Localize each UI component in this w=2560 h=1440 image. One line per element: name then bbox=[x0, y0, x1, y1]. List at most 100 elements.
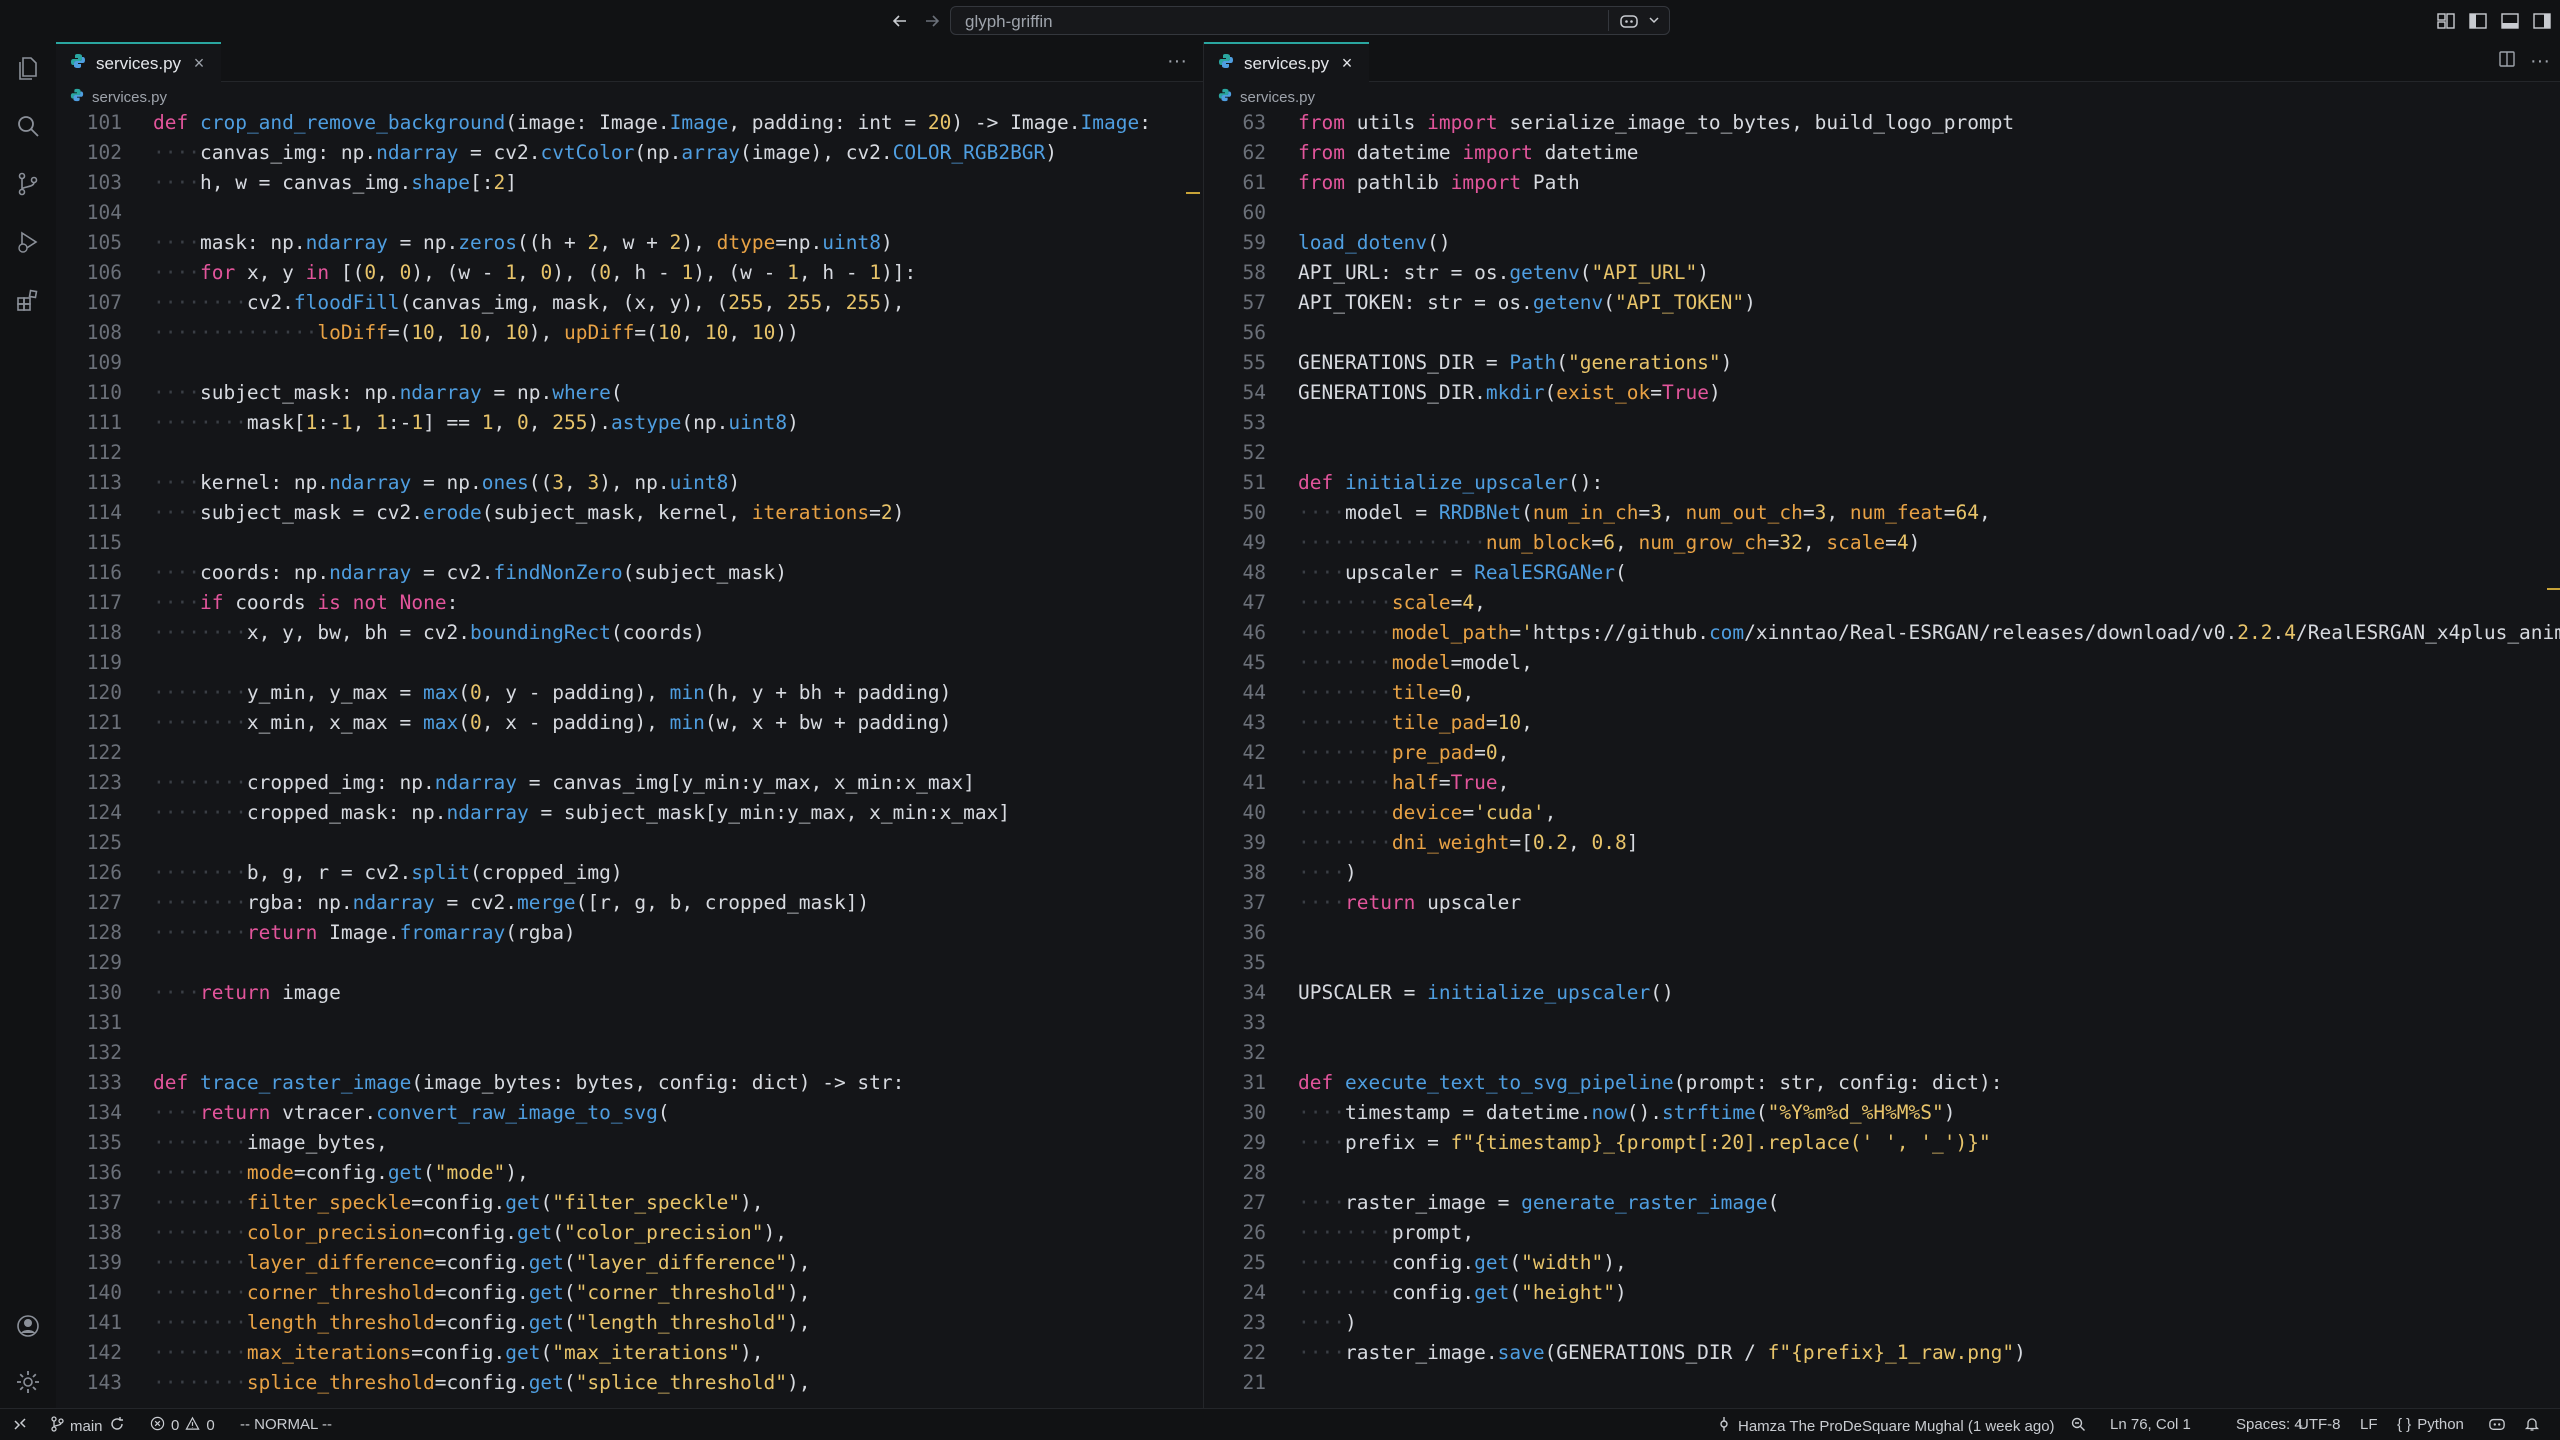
code-line[interactable]: 50 ····model = RRDBNet(num_in_ch=3, num_o… bbox=[1204, 498, 2560, 528]
line-number[interactable]: 131 bbox=[56, 1008, 122, 1038]
code-line[interactable]: 43 ········tile_pad=10, bbox=[1204, 708, 2560, 738]
line-number[interactable]: 127 bbox=[56, 888, 122, 918]
code-line[interactable]: 134 ····return vtracer.convert_raw_image_… bbox=[56, 1098, 1203, 1128]
code-line[interactable]: 47 ········scale=4, bbox=[1204, 588, 2560, 618]
code-line[interactable]: 119 bbox=[56, 648, 1203, 678]
code-line[interactable]: 46 ········model_path='https://github.com… bbox=[1204, 618, 2560, 648]
line-number[interactable]: 133 bbox=[56, 1068, 122, 1098]
split-editor-icon[interactable] bbox=[2498, 50, 2516, 74]
line-number[interactable]: 130 bbox=[56, 978, 122, 1008]
code-line[interactable]: 112 bbox=[56, 438, 1203, 468]
code-line[interactable]: 39 ········dni_weight=[0.2, 0.8] bbox=[1204, 828, 2560, 858]
code-editor-left[interactable]: 101 def crop_and_remove_background(image:… bbox=[56, 108, 1203, 1408]
line-number[interactable]: 30 bbox=[1204, 1098, 1266, 1128]
code-line[interactable]: 107 ········cv2.floodFill(canvas_img, mas… bbox=[56, 288, 1203, 318]
code-line[interactable]: 111 ········mask[1:-1, 1:-1] == 1, 0, 255… bbox=[56, 408, 1203, 438]
code-line[interactable]: 33 bbox=[1204, 1008, 2560, 1038]
search-icon[interactable] bbox=[12, 110, 44, 142]
code-line[interactable]: 21 bbox=[1204, 1368, 2560, 1398]
code-line[interactable]: 118 ········x, y, bw, bh = cv2.boundingRe… bbox=[56, 618, 1203, 648]
line-number[interactable]: 119 bbox=[56, 648, 122, 678]
line-number[interactable]: 47 bbox=[1204, 588, 1266, 618]
code-line[interactable]: 30 ····timestamp = datetime.now().strftim… bbox=[1204, 1098, 2560, 1128]
line-number[interactable]: 27 bbox=[1204, 1188, 1266, 1218]
customize-layout-icon[interactable] bbox=[2434, 9, 2458, 33]
close-icon[interactable]: × bbox=[1339, 53, 1355, 74]
code-line[interactable]: 109 bbox=[56, 348, 1203, 378]
line-number[interactable]: 60 bbox=[1204, 198, 1266, 228]
more-actions-icon[interactable]: ··· bbox=[1167, 50, 1187, 73]
settings-gear-icon[interactable] bbox=[12, 1366, 44, 1398]
line-number[interactable]: 128 bbox=[56, 918, 122, 948]
source-control-icon[interactable] bbox=[12, 168, 44, 200]
code-line[interactable]: 45 ········model=model, bbox=[1204, 648, 2560, 678]
line-number[interactable]: 125 bbox=[56, 828, 122, 858]
line-number[interactable]: 103 bbox=[56, 168, 122, 198]
code-line[interactable]: 104 bbox=[56, 198, 1203, 228]
line-number[interactable]: 63 bbox=[1204, 108, 1266, 138]
code-line[interactable]: 105 ····mask: np.ndarray = np.zeros((h + … bbox=[56, 228, 1203, 258]
line-number[interactable]: 120 bbox=[56, 678, 122, 708]
line-number[interactable]: 23 bbox=[1204, 1308, 1266, 1338]
code-line[interactable]: 36 bbox=[1204, 918, 2560, 948]
line-number[interactable]: 107 bbox=[56, 288, 122, 318]
code-line[interactable]: 138 ········color_precision=config.get("c… bbox=[56, 1218, 1203, 1248]
code-line[interactable]: 131 bbox=[56, 1008, 1203, 1038]
cursor-position[interactable]: Ln 76, Col 1 bbox=[2110, 1416, 2191, 1433]
line-number[interactable]: 59 bbox=[1204, 228, 1266, 258]
line-number[interactable]: 115 bbox=[56, 528, 122, 558]
code-line[interactable]: 135 ········image_bytes, bbox=[56, 1128, 1203, 1158]
line-number[interactable]: 102 bbox=[56, 138, 122, 168]
more-actions-icon[interactable]: ··· bbox=[2530, 50, 2550, 74]
tab-services-py-right[interactable]: services.py × bbox=[1204, 42, 1370, 83]
code-line[interactable]: 122 bbox=[56, 738, 1203, 768]
code-line[interactable]: 51 def initialize_upscaler(): bbox=[1204, 468, 2560, 498]
line-number[interactable]: 58 bbox=[1204, 258, 1266, 288]
line-number[interactable]: 113 bbox=[56, 468, 122, 498]
line-number[interactable]: 135 bbox=[56, 1128, 122, 1158]
code-line[interactable]: 132 bbox=[56, 1038, 1203, 1068]
line-number[interactable]: 25 bbox=[1204, 1248, 1266, 1278]
code-line[interactable]: 137 ········filter_speckle=config.get("fi… bbox=[56, 1188, 1203, 1218]
code-line[interactable]: 140 ········corner_threshold=config.get("… bbox=[56, 1278, 1203, 1308]
line-number[interactable]: 138 bbox=[56, 1218, 122, 1248]
line-number[interactable]: 24 bbox=[1204, 1278, 1266, 1308]
code-line[interactable]: 142 ········max_iterations=config.get("ma… bbox=[56, 1338, 1203, 1368]
code-line[interactable]: 60 bbox=[1204, 198, 2560, 228]
code-line[interactable]: 28 bbox=[1204, 1158, 2560, 1188]
code-line[interactable]: 37 ····return upscaler bbox=[1204, 888, 2560, 918]
code-line[interactable]: 40 ········device='cuda', bbox=[1204, 798, 2560, 828]
code-line[interactable]: 125 bbox=[56, 828, 1203, 858]
code-line[interactable]: 129 bbox=[56, 948, 1203, 978]
line-number[interactable]: 41 bbox=[1204, 768, 1266, 798]
line-number[interactable]: 61 bbox=[1204, 168, 1266, 198]
code-line[interactable]: 120 ········y_min, y_max = max(0, y - pad… bbox=[56, 678, 1203, 708]
code-line[interactable]: 26 ········prompt, bbox=[1204, 1218, 2560, 1248]
line-number[interactable]: 49 bbox=[1204, 528, 1266, 558]
line-number[interactable]: 143 bbox=[56, 1368, 122, 1398]
line-number[interactable]: 35 bbox=[1204, 948, 1266, 978]
code-line[interactable]: 114 ····subject_mask = cv2.erode(subject_… bbox=[56, 498, 1203, 528]
code-line[interactable]: 31 def execute_text_to_svg_pipeline(promp… bbox=[1204, 1068, 2560, 1098]
line-number[interactable]: 111 bbox=[56, 408, 122, 438]
git-blame-status[interactable]: Hamza The ProDeSquare Mughal (1 week ago… bbox=[1716, 1416, 2055, 1436]
line-number[interactable]: 57 bbox=[1204, 288, 1266, 318]
code-line[interactable]: 44 ········tile=0, bbox=[1204, 678, 2560, 708]
line-number[interactable]: 33 bbox=[1204, 1008, 1266, 1038]
line-number[interactable]: 28 bbox=[1204, 1158, 1266, 1188]
code-line[interactable]: 133 def trace_raster_image(image_bytes: b… bbox=[56, 1068, 1203, 1098]
code-line[interactable]: 124 ········cropped_mask: np.ndarray = su… bbox=[56, 798, 1203, 828]
code-line[interactable]: 41 ········half=True, bbox=[1204, 768, 2560, 798]
line-number[interactable]: 105 bbox=[56, 228, 122, 258]
accounts-icon[interactable] bbox=[12, 1310, 44, 1342]
line-number[interactable]: 114 bbox=[56, 498, 122, 528]
toggle-primary-sidebar-icon[interactable] bbox=[2466, 9, 2490, 33]
line-number[interactable]: 55 bbox=[1204, 348, 1266, 378]
code-line[interactable]: 27 ····raster_image = generate_raster_ima… bbox=[1204, 1188, 2560, 1218]
code-line[interactable]: 54 GENERATIONS_DIR.mkdir(exist_ok=True) bbox=[1204, 378, 2560, 408]
code-line[interactable]: 110 ····subject_mask: np.ndarray = np.whe… bbox=[56, 378, 1203, 408]
code-line[interactable]: 102 ····canvas_img: np.ndarray = cv2.cvtC… bbox=[56, 138, 1203, 168]
line-number[interactable]: 62 bbox=[1204, 138, 1266, 168]
code-line[interactable]: 63 from utils import serialize_image_to_b… bbox=[1204, 108, 2560, 138]
code-line[interactable]: 127 ········rgba: np.ndarray = cv2.merge(… bbox=[56, 888, 1203, 918]
